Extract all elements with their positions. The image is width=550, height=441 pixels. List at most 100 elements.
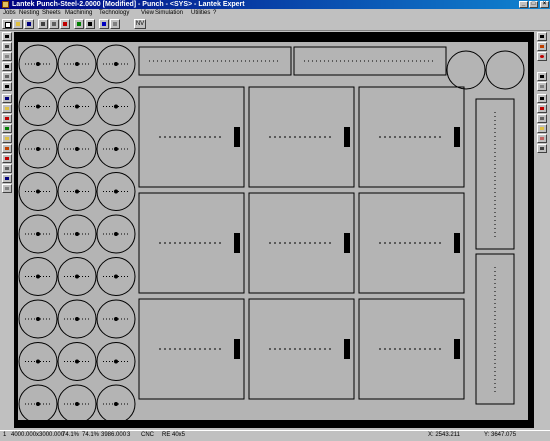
status-res: RE 40x5 bbox=[162, 432, 186, 438]
paint-icon[interactable] bbox=[537, 124, 547, 133]
edit-icon[interactable] bbox=[2, 134, 12, 143]
open-icon[interactable] bbox=[13, 19, 23, 29]
nest-drawing bbox=[18, 42, 528, 424]
pencil-icon[interactable] bbox=[537, 42, 547, 51]
copy-icon[interactable] bbox=[537, 144, 547, 153]
center-hole bbox=[114, 274, 118, 279]
part-notch bbox=[344, 127, 350, 147]
hand-icon[interactable] bbox=[2, 154, 12, 163]
app-icon[interactable] bbox=[2, 1, 9, 8]
part-notch bbox=[234, 127, 240, 147]
view-icon[interactable] bbox=[74, 19, 84, 29]
sheet-icon[interactable] bbox=[2, 42, 12, 51]
center-hole bbox=[75, 274, 79, 279]
select-icon[interactable] bbox=[2, 32, 12, 41]
part-icon[interactable] bbox=[2, 72, 12, 81]
part-notch bbox=[234, 339, 240, 359]
menu-simulation[interactable]: Simulation bbox=[155, 9, 183, 17]
status-y: Y: 3647.075 bbox=[484, 432, 517, 438]
marker-icon[interactable] bbox=[2, 164, 12, 173]
wizard-icon[interactable] bbox=[2, 104, 12, 113]
center-hole bbox=[36, 317, 40, 321]
minimize-button[interactable]: _ bbox=[519, 1, 528, 8]
menu-help[interactable]: ? bbox=[213, 9, 216, 17]
eraser-icon[interactable] bbox=[537, 134, 547, 143]
toolbar: NV bbox=[0, 17, 550, 31]
menu-nesting[interactable]: Nesting bbox=[19, 9, 39, 17]
grid-icon[interactable] bbox=[110, 19, 120, 29]
layer-icon[interactable] bbox=[2, 174, 12, 183]
repos-icon[interactable] bbox=[537, 94, 547, 103]
center-hole bbox=[75, 104, 79, 109]
zoom-icon[interactable] bbox=[99, 19, 109, 29]
center-hole bbox=[75, 402, 79, 406]
nv-tool-button[interactable]: NV bbox=[134, 19, 146, 29]
menu-bar: Jobs Nesting Sheets Machining Technology… bbox=[0, 9, 550, 17]
part-notch bbox=[344, 233, 350, 253]
right-toolbox bbox=[537, 32, 548, 430]
center-hole bbox=[114, 147, 118, 151]
part-notch bbox=[454, 127, 460, 147]
drawing-canvas[interactable] bbox=[14, 32, 534, 428]
split-icon[interactable] bbox=[537, 114, 547, 123]
center-hole bbox=[75, 232, 79, 236]
center-hole bbox=[36, 147, 40, 151]
punch-icon[interactable] bbox=[2, 52, 12, 61]
center-hole bbox=[114, 232, 118, 236]
dim-icon[interactable] bbox=[2, 82, 12, 91]
center-hole bbox=[114, 359, 118, 364]
menu-technology[interactable]: Technology bbox=[99, 9, 129, 17]
zoom-in-icon[interactable] bbox=[537, 32, 547, 41]
measure-icon[interactable] bbox=[2, 124, 12, 133]
status-util1: 74.1% bbox=[62, 432, 80, 438]
tool-icon[interactable] bbox=[2, 62, 12, 71]
center-hole bbox=[114, 189, 118, 194]
center-hole bbox=[36, 232, 40, 236]
menu-sheets[interactable]: Sheets bbox=[42, 9, 61, 17]
status-x: X: 2543.211 bbox=[428, 432, 460, 438]
center-hole bbox=[36, 62, 40, 66]
center-hole bbox=[75, 317, 79, 321]
center-hole bbox=[36, 359, 40, 364]
center-hole bbox=[75, 359, 79, 364]
status-count: 3 bbox=[127, 432, 131, 438]
move-icon[interactable] bbox=[537, 72, 547, 81]
part-place-icon[interactable] bbox=[2, 184, 12, 193]
print-icon[interactable] bbox=[49, 19, 59, 29]
center-hole bbox=[75, 147, 79, 151]
part-notch bbox=[344, 339, 350, 359]
part-notch bbox=[454, 233, 460, 253]
center-hole bbox=[36, 104, 40, 109]
status-bar: 1 4000.000x3000.000 74.1% 74.1% 3986.000… bbox=[0, 430, 550, 441]
new-icon[interactable] bbox=[2, 19, 12, 29]
center-hole bbox=[114, 402, 118, 406]
center-hole bbox=[75, 62, 79, 66]
center-hole bbox=[36, 274, 40, 279]
rotate-icon[interactable] bbox=[2, 94, 12, 103]
part-notch bbox=[234, 233, 240, 253]
maximize-button[interactable]: □ bbox=[529, 1, 538, 8]
circle-icon[interactable] bbox=[537, 52, 547, 61]
close-button[interactable]: × bbox=[540, 1, 549, 8]
contour-icon[interactable] bbox=[2, 114, 12, 123]
center-hole bbox=[75, 189, 79, 194]
status-mode: CNC bbox=[141, 432, 154, 438]
window-title: Lantek Punch-Steel-2.0000 [Modified] - P… bbox=[12, 1, 245, 8]
status-weight: 3986.000 bbox=[101, 432, 127, 438]
stop-icon[interactable] bbox=[537, 104, 547, 113]
cut-icon[interactable] bbox=[38, 19, 48, 29]
cut-tool-icon[interactable] bbox=[2, 144, 12, 153]
menu-utilities[interactable]: Utilities bbox=[191, 9, 210, 17]
nest-icon[interactable] bbox=[60, 19, 70, 29]
left-toolbox bbox=[2, 32, 13, 430]
part-notch bbox=[454, 339, 460, 359]
sheet-icon[interactable] bbox=[85, 19, 95, 29]
center-hole bbox=[36, 402, 40, 406]
save-icon[interactable] bbox=[24, 19, 34, 29]
menu-machining[interactable]: Machining bbox=[65, 9, 92, 17]
menu-view[interactable]: View bbox=[141, 9, 154, 17]
center-hole bbox=[114, 104, 118, 109]
status-sheet-size: 4000.000x3000.000 bbox=[11, 432, 65, 438]
menu-jobs[interactable]: Jobs bbox=[3, 9, 16, 17]
window-icon[interactable] bbox=[537, 82, 547, 91]
